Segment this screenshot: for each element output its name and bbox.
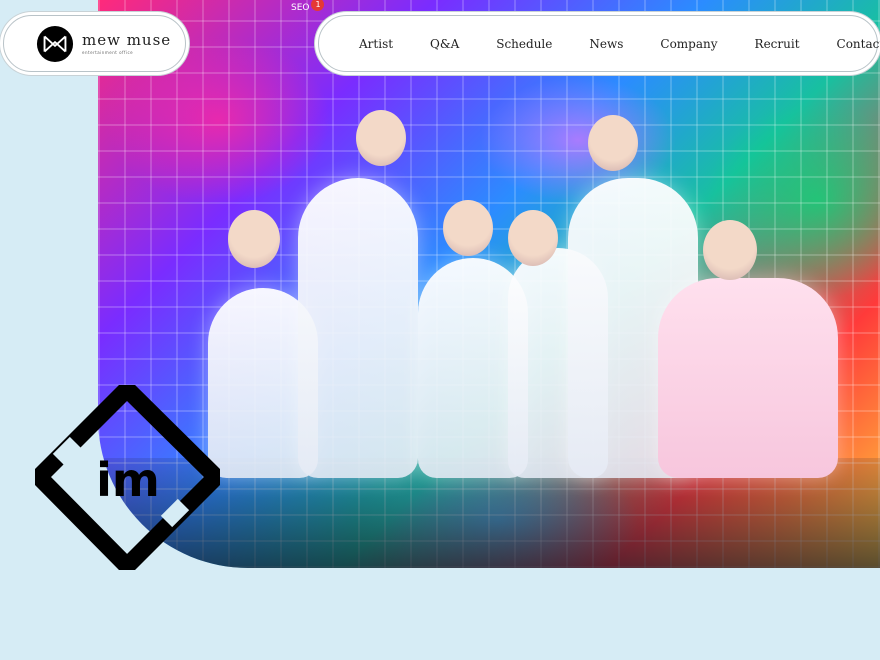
seo-badge[interactable]: SEO 1: [291, 0, 325, 14]
brand-subtitle: entertainment office: [82, 49, 134, 55]
hero-face: [228, 210, 280, 268]
hero-face: [443, 200, 493, 256]
nav-item-recruit[interactable]: Recruit: [755, 37, 800, 51]
brand-logo-link[interactable]: mew muse entertainment office: [3, 15, 186, 72]
nav-item-contact[interactable]: Contact: [837, 37, 880, 51]
hero-figure: [658, 278, 838, 478]
nav-item-news[interactable]: News: [589, 37, 623, 51]
page: SEO 1 mew muse entertainment office Arti…: [0, 0, 880, 660]
hero-figure: [298, 178, 418, 478]
hero-face: [508, 210, 558, 266]
emblem-text: im: [96, 453, 160, 507]
nav-item-qa[interactable]: Q&A: [430, 37, 459, 51]
nav-item-company[interactable]: Company: [660, 37, 717, 51]
seo-badge-label: SEO: [291, 2, 310, 13]
hero-face: [356, 110, 406, 166]
seo-badge-count: 1: [311, 0, 325, 11]
brand-title: mew muse: [82, 30, 172, 49]
mew-muse-logo-mark-icon: [36, 25, 74, 62]
main-nav: Artist Q&A Schedule News Company Recruit…: [318, 15, 880, 72]
diamond-emblem-icon: im: [35, 385, 220, 570]
hero-face: [703, 220, 757, 280]
brand-text: mew muse entertainment office: [82, 30, 172, 55]
hero-face: [588, 115, 638, 171]
nav-item-artist[interactable]: Artist: [359, 37, 393, 51]
nav-item-schedule[interactable]: Schedule: [496, 37, 552, 51]
